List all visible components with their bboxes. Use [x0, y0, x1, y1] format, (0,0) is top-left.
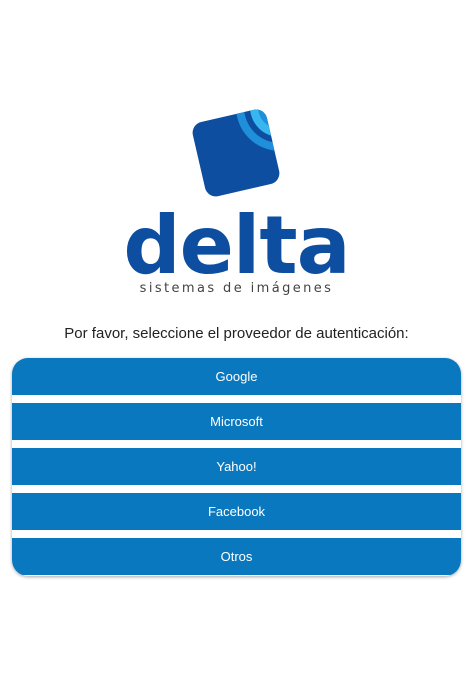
list-item: Yahoo! — [12, 448, 461, 485]
list-item: Facebook — [12, 493, 461, 530]
delta-logo-icon — [192, 107, 282, 197]
microsoft-login-button[interactable]: Microsoft — [12, 403, 461, 440]
logo-tagline: sistemas de imágenes — [139, 281, 334, 296]
logo-wordmark: delta — [123, 199, 350, 292]
facebook-login-button[interactable]: Facebook — [12, 493, 461, 530]
auth-provider-prompt: Por favor, seleccione el proveedor de au… — [64, 325, 409, 342]
other-login-button[interactable]: Otros — [12, 538, 461, 575]
yahoo-login-button[interactable]: Yahoo! — [12, 448, 461, 485]
google-login-button[interactable]: Google — [12, 358, 461, 395]
list-item: Otros — [12, 538, 461, 575]
auth-provider-list: Google Microsoft Yahoo! Facebook Otros — [12, 358, 461, 576]
list-item: Microsoft — [12, 403, 461, 440]
list-item: Google — [12, 358, 461, 395]
